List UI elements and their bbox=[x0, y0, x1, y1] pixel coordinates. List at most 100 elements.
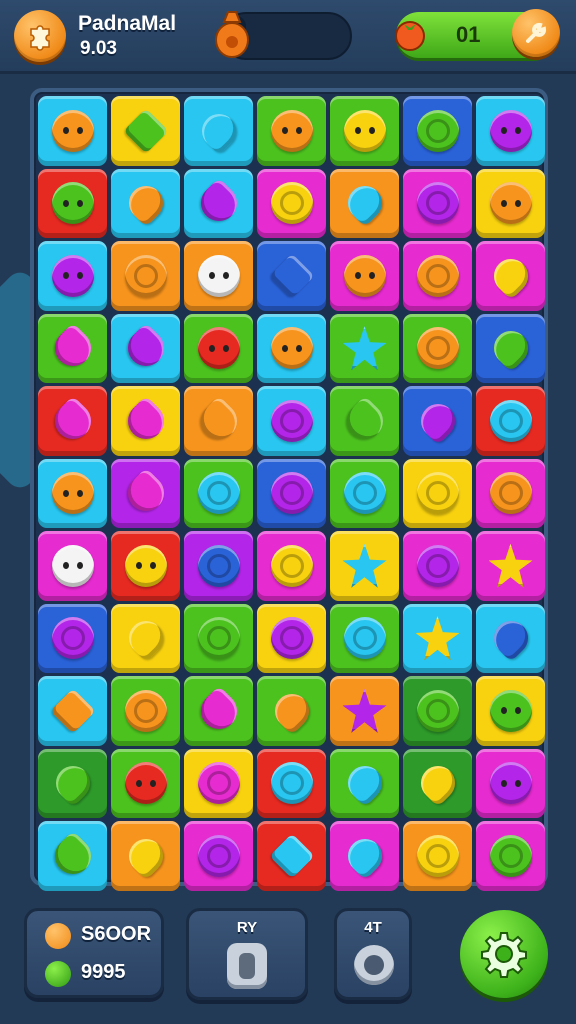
tile-r5-c2[interactable] bbox=[184, 458, 253, 528]
tile-r1-c5[interactable] bbox=[403, 168, 472, 238]
ring-icon bbox=[416, 254, 459, 297]
tile-r3-c2[interactable] bbox=[184, 313, 253, 383]
tile-r7-c2[interactable] bbox=[184, 603, 253, 673]
tile-r4-c6[interactable] bbox=[476, 386, 545, 456]
tile-r2-c1[interactable] bbox=[111, 241, 180, 311]
tile-r0-c5[interactable] bbox=[403, 96, 472, 166]
tile-r9-c2[interactable] bbox=[184, 748, 253, 818]
tile-r7-c6[interactable] bbox=[476, 603, 545, 673]
tile-r5-c4[interactable] bbox=[330, 458, 399, 528]
tile-r10-c1[interactable] bbox=[111, 821, 180, 891]
face-icon bbox=[343, 109, 386, 152]
tile-r9-c0[interactable] bbox=[38, 748, 107, 818]
tile-r9-c1[interactable] bbox=[111, 748, 180, 818]
tile-r10-c0[interactable] bbox=[38, 821, 107, 891]
tile-r1-c4[interactable] bbox=[330, 168, 399, 238]
tile-r5-c0[interactable] bbox=[38, 458, 107, 528]
tile-r6-c0[interactable] bbox=[38, 531, 107, 601]
tile-r3-c6[interactable] bbox=[476, 313, 545, 383]
ring-icon bbox=[343, 617, 386, 660]
tile-r0-c6[interactable] bbox=[476, 96, 545, 166]
tile-r5-c1[interactable] bbox=[111, 458, 180, 528]
tile-r5-c5[interactable] bbox=[403, 458, 472, 528]
tile-r1-c1[interactable] bbox=[111, 168, 180, 238]
tile-r7-c0[interactable] bbox=[38, 603, 107, 673]
face-icon bbox=[343, 254, 386, 297]
lives-counter[interactable]: 01 bbox=[395, 9, 560, 58]
booster-slot-2[interactable]: 4T bbox=[334, 908, 412, 1000]
tile-r3-c5[interactable] bbox=[403, 313, 472, 383]
tile-r4-c2[interactable] bbox=[184, 386, 253, 456]
tile-r3-c1[interactable] bbox=[111, 313, 180, 383]
ring-icon bbox=[416, 544, 459, 587]
ring-icon bbox=[416, 182, 459, 225]
settings-button[interactable] bbox=[460, 910, 548, 998]
tile-r9-c3[interactable] bbox=[257, 748, 326, 818]
tile-r10-c3[interactable] bbox=[257, 821, 326, 891]
heart-icon bbox=[193, 685, 244, 737]
tile-r6-c4[interactable] bbox=[330, 531, 399, 601]
add-lives-button[interactable] bbox=[512, 9, 560, 57]
tile-r1-c6[interactable] bbox=[476, 168, 545, 238]
ring-icon bbox=[416, 689, 459, 732]
tile-r2-c0[interactable] bbox=[38, 241, 107, 311]
tile-r0-c2[interactable] bbox=[184, 96, 253, 166]
tile-r8-c1[interactable] bbox=[111, 676, 180, 746]
tile-r9-c4[interactable] bbox=[330, 748, 399, 818]
tile-r6-c1[interactable] bbox=[111, 531, 180, 601]
tile-r9-c6[interactable] bbox=[476, 748, 545, 818]
drop-icon bbox=[121, 831, 170, 880]
tile-r7-c5[interactable] bbox=[403, 603, 472, 673]
tile-r2-c6[interactable] bbox=[476, 241, 545, 311]
ring-icon bbox=[416, 834, 459, 877]
tile-r10-c4[interactable] bbox=[330, 821, 399, 891]
tile-r8-c6[interactable] bbox=[476, 676, 545, 746]
tile-r4-c0[interactable] bbox=[38, 386, 107, 456]
tile-r8-c5[interactable] bbox=[403, 676, 472, 746]
tile-r4-c4[interactable] bbox=[330, 386, 399, 456]
tile-r7-c1[interactable] bbox=[111, 603, 180, 673]
tile-r8-c3[interactable] bbox=[257, 676, 326, 746]
tile-r2-c2[interactable] bbox=[184, 241, 253, 311]
tile-r3-c0[interactable] bbox=[38, 313, 107, 383]
tile-r3-c4[interactable] bbox=[330, 313, 399, 383]
heart-icon bbox=[120, 322, 171, 374]
menu-button[interactable] bbox=[14, 10, 66, 62]
tile-r4-c3[interactable] bbox=[257, 386, 326, 456]
tile-r1-c3[interactable] bbox=[257, 168, 326, 238]
tile-r1-c0[interactable] bbox=[38, 168, 107, 238]
ring-icon bbox=[489, 472, 532, 515]
tile-r6-c2[interactable] bbox=[184, 531, 253, 601]
tile-r2-c4[interactable] bbox=[330, 241, 399, 311]
tile-r8-c0[interactable] bbox=[38, 676, 107, 746]
tile-r10-c5[interactable] bbox=[403, 821, 472, 891]
tile-r8-c2[interactable] bbox=[184, 676, 253, 746]
tile-r1-c2[interactable] bbox=[184, 168, 253, 238]
ring-icon bbox=[489, 834, 532, 877]
tile-r10-c6[interactable] bbox=[476, 821, 545, 891]
face-icon bbox=[51, 544, 94, 587]
tile-r4-c5[interactable] bbox=[403, 386, 472, 456]
gear-icon bbox=[481, 932, 527, 978]
tile-r8-c4[interactable] bbox=[330, 676, 399, 746]
tile-r0-c3[interactable] bbox=[257, 96, 326, 166]
tile-r0-c4[interactable] bbox=[330, 96, 399, 166]
tile-r9-c5[interactable] bbox=[403, 748, 472, 818]
tile-r6-c6[interactable] bbox=[476, 531, 545, 601]
cog-small-icon bbox=[354, 945, 394, 985]
coin-icon bbox=[45, 923, 71, 949]
booster-slot-1[interactable]: RY bbox=[186, 908, 308, 1000]
tile-r7-c3[interactable] bbox=[257, 603, 326, 673]
tile-r6-c5[interactable] bbox=[403, 531, 472, 601]
tile-r5-c6[interactable] bbox=[476, 458, 545, 528]
tile-r7-c4[interactable] bbox=[330, 603, 399, 673]
tile-r3-c3[interactable] bbox=[257, 313, 326, 383]
tile-r0-c0[interactable] bbox=[38, 96, 107, 166]
tile-r5-c3[interactable] bbox=[257, 458, 326, 528]
tile-r2-c5[interactable] bbox=[403, 241, 472, 311]
tile-r6-c3[interactable] bbox=[257, 531, 326, 601]
tile-r2-c3[interactable] bbox=[257, 241, 326, 311]
tile-r10-c2[interactable] bbox=[184, 821, 253, 891]
tile-r4-c1[interactable] bbox=[111, 386, 180, 456]
tile-r0-c1[interactable] bbox=[111, 96, 180, 166]
